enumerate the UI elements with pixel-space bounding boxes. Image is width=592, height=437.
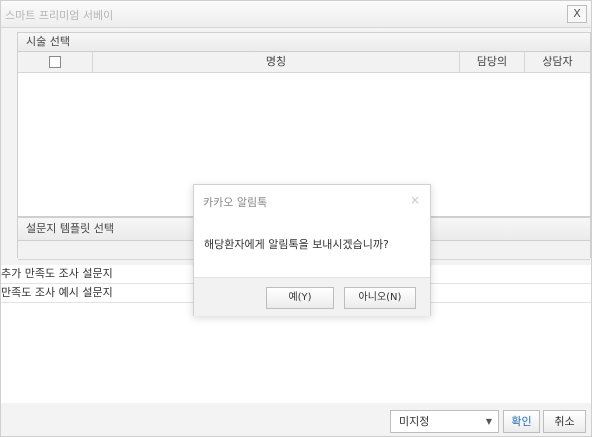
no-button[interactable]: 아니오(N) bbox=[344, 287, 416, 309]
dialog-footer: 예(Y) 아니오(N) bbox=[194, 277, 430, 316]
column-doctor[interactable]: 담당의 bbox=[460, 52, 525, 72]
window-title: 스마트 프리미엄 서베이 bbox=[5, 9, 114, 22]
chevron-down-icon: ▼ bbox=[485, 417, 492, 426]
kakao-alimtalk-dialog: 카카오 알림톡 × 해당환자에게 알림톡을 보내시겠습니까? 예(Y) 아니오(… bbox=[193, 184, 431, 316]
footer-bar: 미지정 ▼ 확인 취소 bbox=[1, 405, 591, 436]
dialog-message: 해당환자에게 알림톡을 보내시겠습니까? bbox=[204, 238, 389, 251]
assignee-select[interactable]: 미지정 ▼ bbox=[390, 410, 499, 433]
select-all-cell bbox=[18, 52, 93, 72]
window-close-button[interactable]: X bbox=[567, 5, 587, 23]
select-all-checkbox[interactable] bbox=[49, 56, 61, 68]
dialog-title: 카카오 알림톡 bbox=[203, 196, 268, 209]
column-counselor[interactable]: 상담자 bbox=[525, 52, 590, 72]
cancel-button[interactable]: 취소 bbox=[543, 410, 586, 433]
dialog-close-icon[interactable]: × bbox=[410, 193, 420, 207]
template-list-empty bbox=[1, 303, 591, 403]
confirm-button[interactable]: 확인 bbox=[503, 410, 540, 433]
procedure-section-header: 시술 선택 bbox=[18, 33, 590, 52]
procedure-column-header: 명칭 담당의 상담자 bbox=[18, 52, 590, 73]
title-bar: 스마트 프리미엄 서베이 X bbox=[1, 1, 591, 28]
yes-button[interactable]: 예(Y) bbox=[266, 287, 334, 309]
column-name[interactable]: 명칭 bbox=[93, 52, 460, 72]
assignee-select-value: 미지정 bbox=[399, 415, 430, 428]
